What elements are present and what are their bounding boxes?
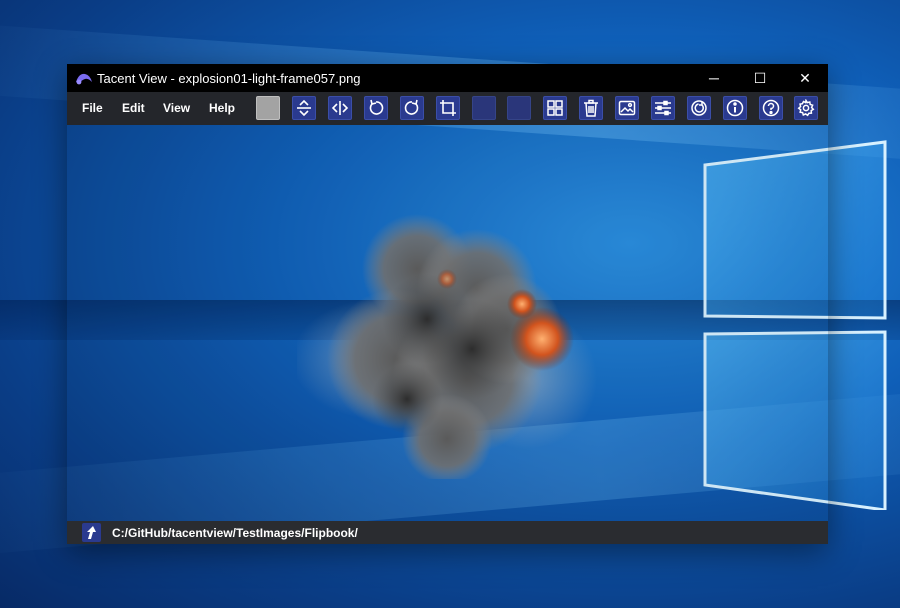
menu-help[interactable]: Help <box>209 101 235 115</box>
menu-edit[interactable]: Edit <box>122 101 145 115</box>
flip-horizontal-button[interactable] <box>328 96 352 120</box>
parent-folder-button[interactable] <box>82 523 101 542</box>
minimize-button[interactable]: ─ <box>691 64 737 92</box>
flip-horizontal-icon <box>331 101 349 115</box>
refresh-icon <box>691 100 707 116</box>
rotate-ccw-icon <box>369 99 384 115</box>
adjust-sliders-icon <box>655 100 671 116</box>
info-icon <box>726 99 744 117</box>
tacent-logo-icon <box>76 73 92 85</box>
crop-icon <box>440 100 456 116</box>
explosion-image <box>297 214 597 479</box>
settings-icon <box>797 99 815 117</box>
crop-button[interactable] <box>436 96 460 120</box>
menu-file[interactable]: File <box>82 101 103 115</box>
thumbnail-grid-button[interactable] <box>543 96 567 120</box>
refresh-button[interactable] <box>687 96 711 120</box>
prev-button[interactable] <box>472 96 496 120</box>
info-button[interactable] <box>723 96 747 120</box>
up-arrow-icon <box>87 526 96 539</box>
background-swatch-button[interactable] <box>256 96 280 120</box>
close-button[interactable]: ✕ <box>782 64 828 92</box>
help-button[interactable] <box>759 96 783 120</box>
rotate-cw-icon <box>404 99 419 115</box>
image-canvas[interactable] <box>67 125 828 521</box>
maximize-button[interactable]: ☐ <box>737 64 783 92</box>
next-button[interactable] <box>507 96 531 120</box>
help-icon <box>762 99 780 117</box>
menu-view[interactable]: View <box>163 101 190 115</box>
thumbnail-grid-icon <box>547 100 563 116</box>
flip-vertical-icon <box>297 99 311 117</box>
status-bar: C:/GitHub/tacentview/TestImages/Flipbook… <box>67 521 828 544</box>
settings-button[interactable] <box>794 96 818 120</box>
current-folder-path: C:/GitHub/tacentview/TestImages/Flipbook… <box>112 526 358 540</box>
app-window: Tacent View - explosion01-light-frame057… <box>67 64 828 544</box>
save-image-button[interactable] <box>615 96 639 120</box>
menu-bar: File Edit View Help <box>67 92 828 125</box>
delete-icon <box>584 99 598 117</box>
delete-button[interactable] <box>579 96 603 120</box>
image-save-icon <box>618 100 636 116</box>
flip-vertical-button[interactable] <box>292 96 316 120</box>
window-title: Tacent View - explosion01-light-frame057… <box>97 71 361 86</box>
adjust-button[interactable] <box>651 96 675 120</box>
rotate-ccw-button[interactable] <box>364 96 388 120</box>
title-bar[interactable]: Tacent View - explosion01-light-frame057… <box>67 64 828 92</box>
rotate-cw-button[interactable] <box>400 96 424 120</box>
